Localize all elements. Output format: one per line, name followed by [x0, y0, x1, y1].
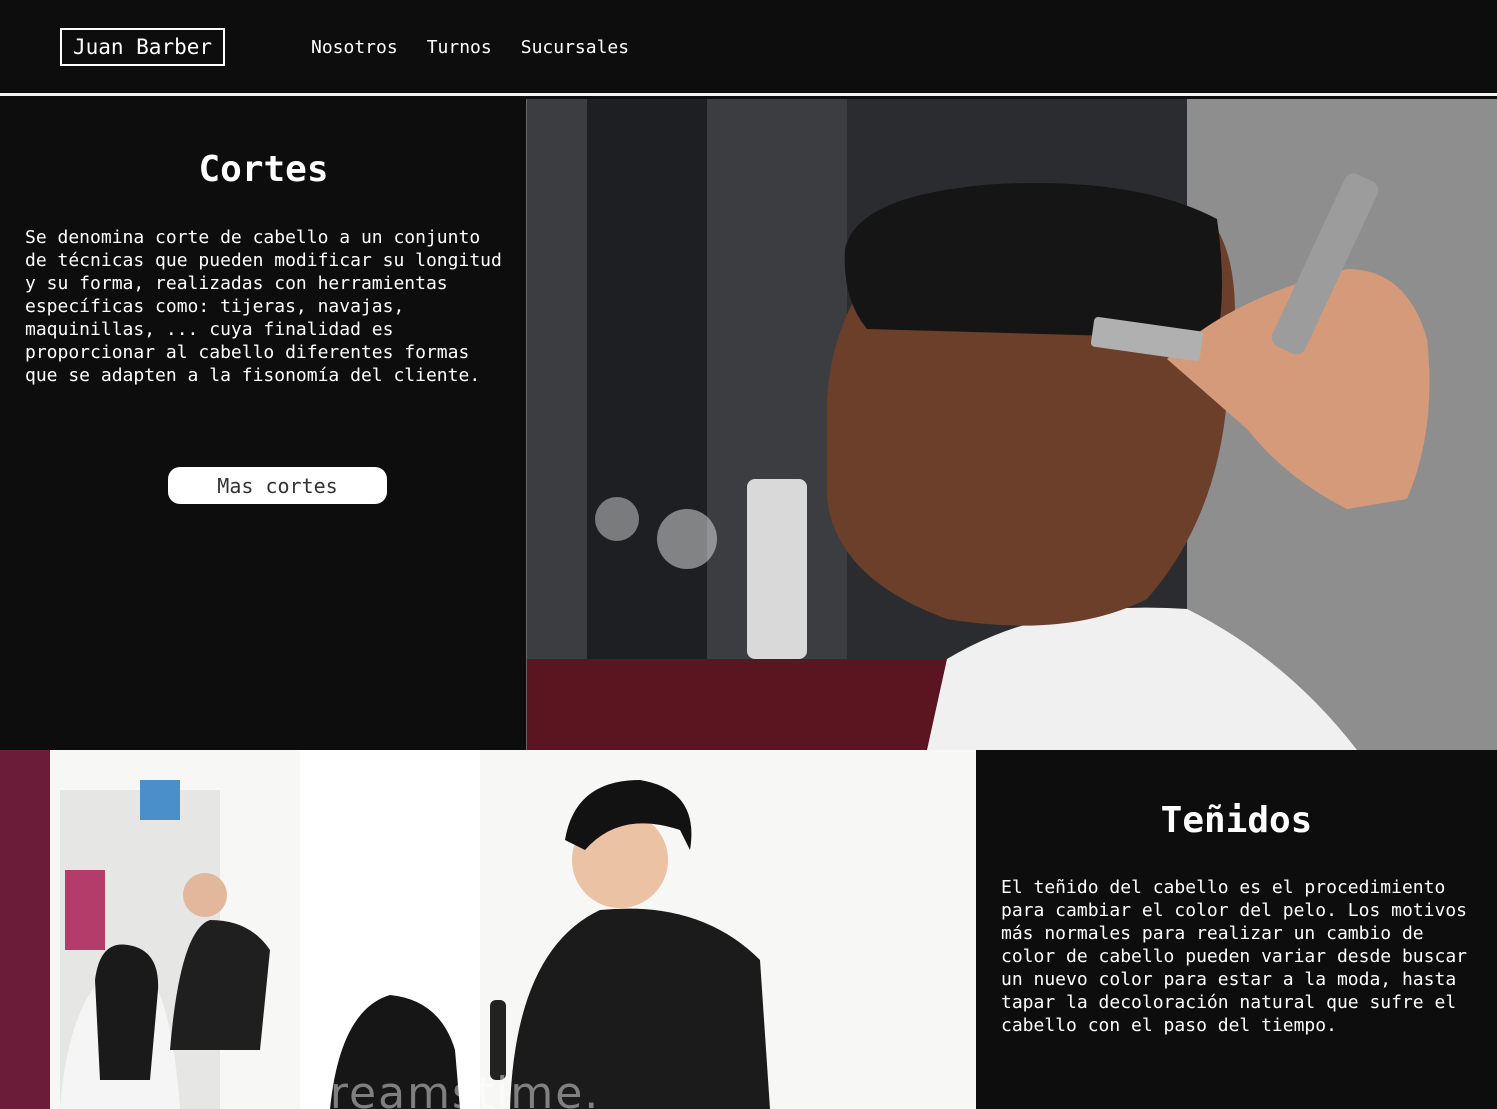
nav-link-nosotros[interactable]: Nosotros	[311, 37, 398, 59]
tenidos-section: Teñidos El teñido del cabello es el proc…	[976, 750, 1497, 1109]
barber-haircut-illustration	[527, 99, 1497, 750]
cortes-description: Se denomina corte de cabello a un conjun…	[25, 227, 502, 386]
salon-hair-coloring-photo: dreamstime.	[0, 750, 976, 1109]
navbar: Juan Barber Nosotros Turnos Sucursales	[0, 0, 1497, 96]
cortes-section: Cortes Se denomina corte de cabello a un…	[0, 99, 527, 750]
mas-cortes-button[interactable]: Mas cortes	[168, 467, 387, 504]
nav-link-sucursales[interactable]: Sucursales	[521, 37, 629, 59]
salon-illustration	[0, 750, 976, 1109]
tenidos-title: Teñidos	[1160, 800, 1313, 841]
nav-links: Nosotros Turnos Sucursales	[311, 37, 629, 59]
barber-haircut-photo	[527, 99, 1497, 750]
cortes-title: Cortes	[198, 149, 329, 190]
tenidos-description: El teñido del cabello es el procedimient…	[1001, 877, 1467, 1036]
image-watermark: dreamstime.	[300, 1068, 601, 1109]
nav-link-turnos[interactable]: Turnos	[427, 37, 492, 59]
brand-logo[interactable]: Juan Barber	[60, 28, 225, 66]
